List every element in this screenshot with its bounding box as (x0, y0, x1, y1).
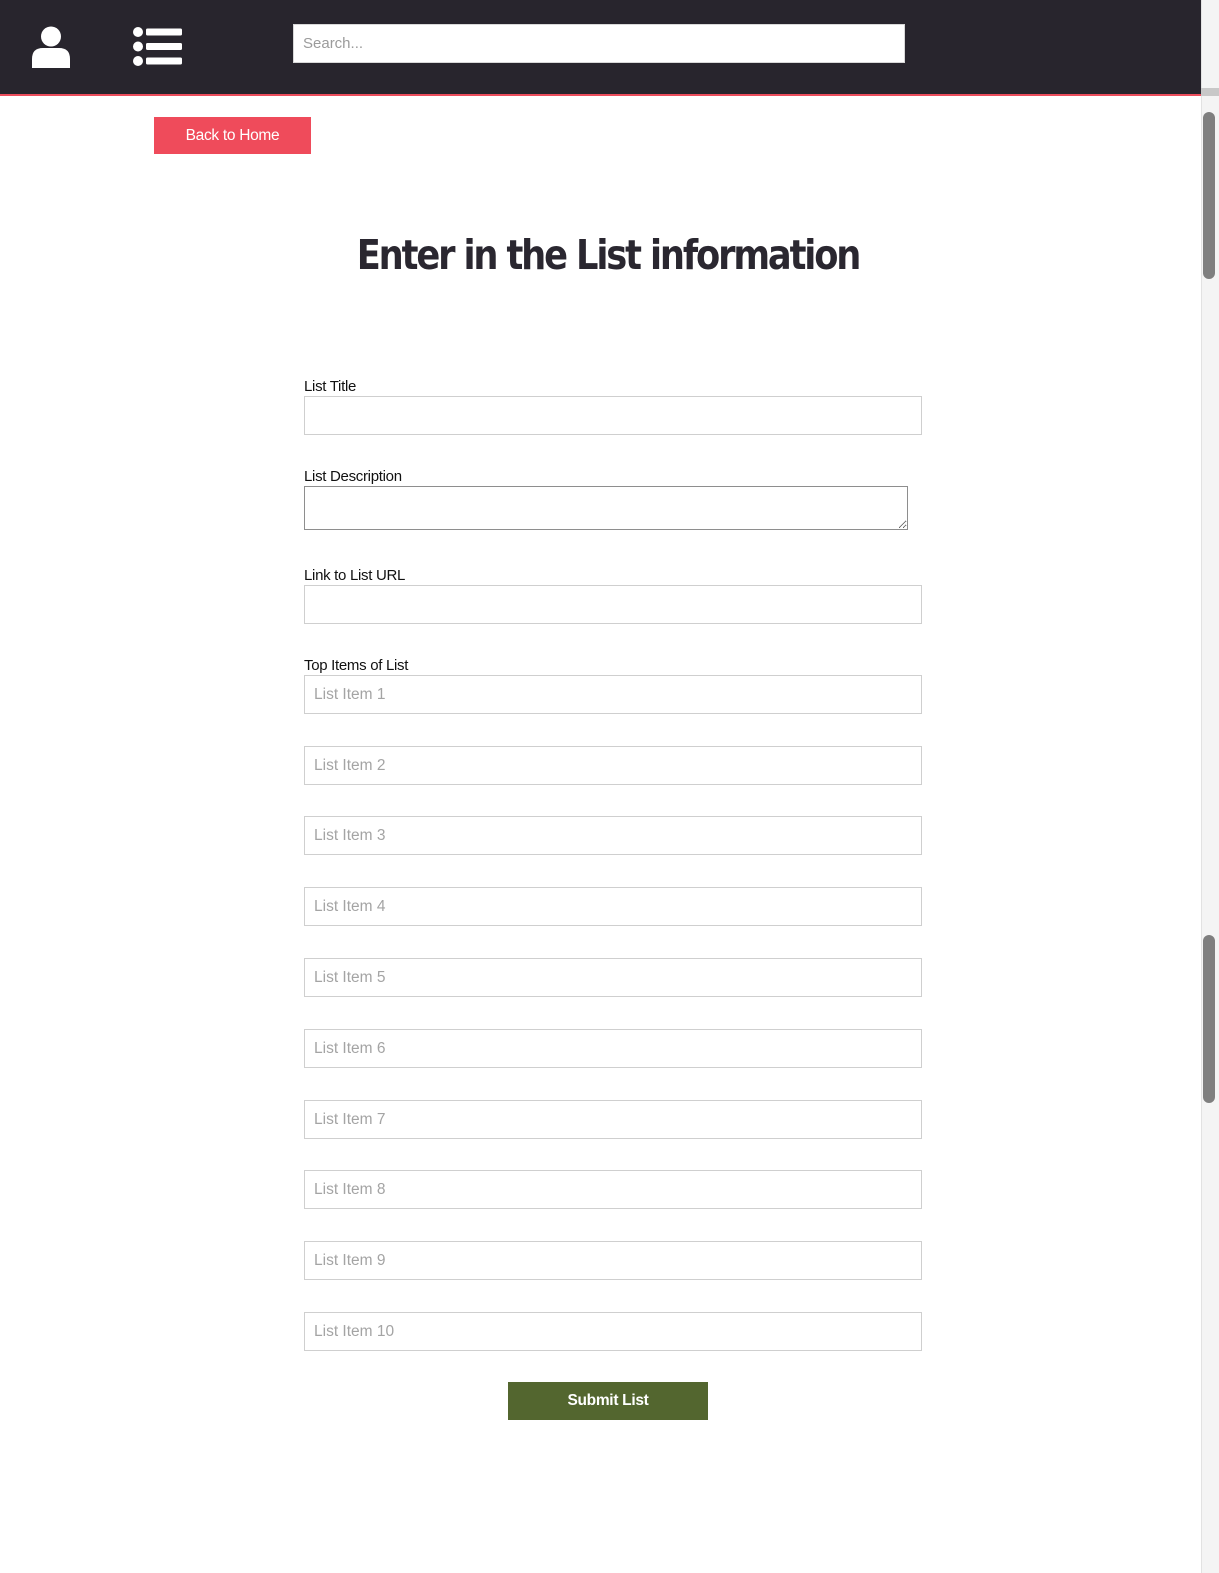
scrollbar-header-segment (1201, 88, 1219, 96)
list-title-label: List Title (304, 378, 357, 395)
search-input[interactable] (293, 24, 905, 63)
list-item-5-input[interactable] (304, 958, 922, 997)
submit-list-button[interactable]: Submit List (508, 1382, 708, 1420)
scrollbar-thumb-upper[interactable] (1203, 112, 1215, 279)
list-item-7-input[interactable] (304, 1100, 922, 1139)
page-title: Enter in the List information (356, 231, 862, 279)
list-entry-page: Back to Home Enter in the List informati… (0, 0, 1219, 1573)
list-item-6-input[interactable] (304, 1029, 922, 1068)
link-url-input[interactable] (304, 585, 922, 624)
link-url-label: Link to List URL (304, 567, 406, 584)
top-items-label: Top Items of List (304, 657, 409, 674)
scrollbar-thumb-lower[interactable] (1203, 935, 1215, 1103)
list-description-label: List Description (304, 468, 402, 485)
back-to-home-button[interactable]: Back to Home (154, 117, 311, 154)
list-item-9-input[interactable] (304, 1241, 922, 1280)
top-navigation-bar (0, 0, 1201, 96)
list-item-2-input[interactable] (304, 746, 922, 785)
list-item-8-input[interactable] (304, 1170, 922, 1209)
list-icon[interactable] (132, 27, 182, 66)
list-item-4-input[interactable] (304, 887, 922, 926)
list-item-10-input[interactable] (304, 1312, 922, 1351)
list-title-input[interactable] (304, 396, 922, 435)
list-item-3-input[interactable] (304, 816, 922, 855)
list-description-textarea[interactable] (304, 486, 908, 530)
list-item-1-input[interactable] (304, 675, 922, 714)
user-icon[interactable] (31, 26, 71, 68)
